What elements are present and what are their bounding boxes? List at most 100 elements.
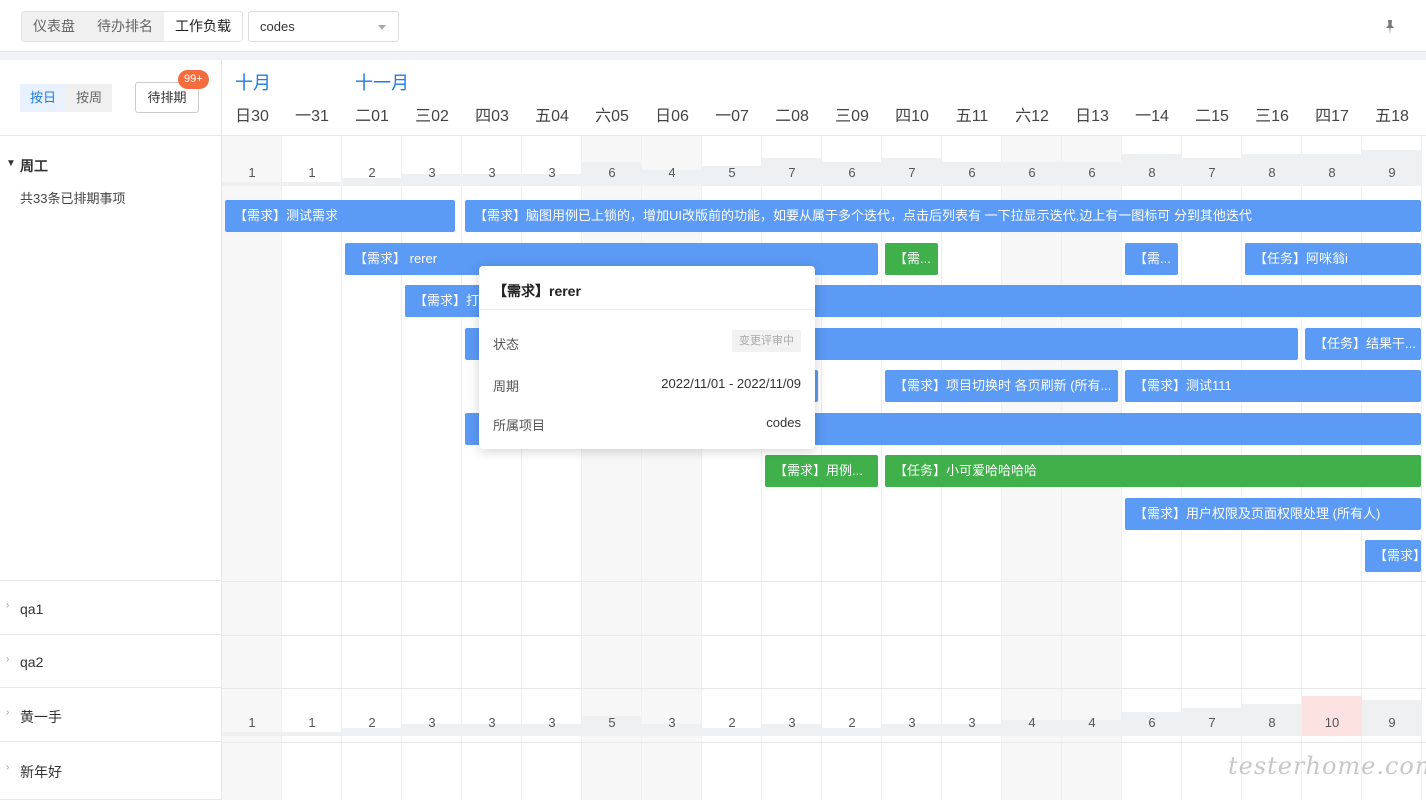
lane-names: ▼ 周工 共33条已排期事项 › qa1 › qa2 › 黄一手 › 新年好 [0, 136, 222, 800]
project-select[interactable]: codes [248, 11, 399, 42]
workload-count-cell[interactable]: 3 [522, 146, 582, 186]
workload-count-cell[interactable]: 6 [822, 146, 882, 186]
workload-count-cell[interactable]: 2 [822, 696, 882, 736]
task-bar[interactable]: 【需求】测试需求 [225, 200, 455, 232]
day-header-cell: 日13 [1062, 102, 1122, 126]
workload-count-cell[interactable]: 3 [522, 696, 582, 736]
workload-count-cell[interactable]: 6 [1002, 146, 1062, 186]
task-bar[interactable]: 【需求】项目切换时 各页刷新 (所有... [885, 370, 1118, 402]
workload-count: 2 [368, 165, 376, 180]
workload-count: 7 [908, 165, 916, 180]
weekday-label: 三 [835, 108, 852, 125]
workload-count: 2 [368, 715, 376, 730]
day-header-cell: 日30 [222, 102, 282, 126]
lane-qa2[interactable]: › qa2 [0, 635, 222, 688]
workload-count-cell[interactable]: 9 [1362, 696, 1422, 736]
workload-count-cell[interactable]: 3 [402, 146, 462, 186]
workload-count: 1 [308, 165, 316, 180]
workload-count-cell[interactable]: 2 [702, 696, 762, 736]
workload-count: 8 [1268, 165, 1276, 180]
task-bar[interactable]: 【任务】小可爱哈哈哈哈 [885, 455, 1421, 487]
day-header-cell: 四17 [1302, 102, 1362, 126]
workload-count-cell[interactable]: 3 [882, 696, 942, 736]
workload-count-cell[interactable]: 8 [1242, 146, 1302, 186]
workload-count-cell[interactable]: 7 [762, 146, 822, 186]
workload-count-cell[interactable]: 7 [1182, 696, 1242, 736]
weekday-label: 一 [1135, 108, 1152, 125]
workload-count-cell[interactable]: 1 [282, 696, 342, 736]
lane-zhougong[interactable]: ▼ 周工 共33条已排期事项 [0, 136, 222, 581]
lane-label: qa2 [20, 654, 44, 670]
workload-count-cell[interactable]: 2 [342, 696, 402, 736]
workload-count-cell[interactable]: 6 [582, 146, 642, 186]
workload-count-cell[interactable]: 3 [762, 696, 822, 736]
workload-count-cell[interactable]: 7 [1182, 146, 1242, 186]
lane-summary: 共33条已排期事项 [20, 191, 126, 206]
workload-count: 3 [428, 715, 436, 730]
tab-dashboard[interactable]: 仪表盘 [22, 12, 86, 41]
pin-icon[interactable] [1382, 19, 1398, 35]
workload-count-cell[interactable]: 1 [222, 146, 282, 186]
tab-todo-ranking[interactable]: 待办排名 [86, 12, 164, 41]
task-bar[interactable]: 【任务】阿咪翁i [1245, 242, 1421, 275]
task-bar[interactable]: 【需求】测试111 [1125, 370, 1421, 402]
workload-count-cell[interactable]: 8 [1242, 696, 1302, 736]
workload-count-cell[interactable]: 2 [342, 146, 402, 186]
day-header-cell: 二15 [1182, 102, 1242, 126]
workload-count-cell[interactable]: 6 [1062, 146, 1122, 186]
workload-count: 8 [1268, 715, 1276, 730]
task-bar[interactable]: 【需求】用例... [765, 455, 878, 487]
view-toggle: 按日 按周 [20, 84, 112, 112]
lane-qa1[interactable]: › qa1 [0, 581, 222, 635]
workload-count-cell[interactable]: 1 [282, 146, 342, 186]
workload-fill [282, 732, 342, 736]
workload-count-cell[interactable]: 5 [702, 146, 762, 186]
day-number: 05 [611, 108, 629, 125]
workload-count-cell[interactable]: 1 [222, 696, 282, 736]
task-bar[interactable]: 【需求】用户权限及页面权限处理 (所有人) [1125, 497, 1421, 530]
task-bar[interactable]: 【需... [1125, 242, 1178, 275]
workload-count-cell[interactable]: 4 [1002, 696, 1062, 736]
workload-count-cell[interactable]: 7 [882, 146, 942, 186]
workload-count-cell[interactable]: 3 [402, 696, 462, 736]
workload-count-cell[interactable]: 6 [1122, 696, 1182, 736]
lane-label: 黄一手 [20, 709, 62, 725]
workload-count-cell[interactable]: 8 [1122, 146, 1182, 186]
task-bar[interactable]: 【任务】结果干... [1305, 327, 1421, 360]
status-label: 状态 [493, 337, 520, 352]
workload-count-cell[interactable]: 4 [642, 146, 702, 186]
day-header-cell: 四10 [882, 102, 942, 126]
by-week-button[interactable]: 按周 [66, 84, 112, 112]
project-value: codes [766, 415, 801, 430]
left-header: 按日 按周 待排期 99+ [0, 60, 222, 136]
tab-workload[interactable]: 工作负载 [164, 12, 242, 41]
workload-count-cell[interactable]: 3 [462, 696, 522, 736]
workload-count-cell[interactable]: 3 [462, 146, 522, 186]
day-number: 18 [1391, 108, 1409, 125]
lane-huangyishou[interactable]: › 黄一手 [0, 688, 222, 742]
workload-count: 1 [248, 715, 256, 730]
day-header-cell: 一31 [282, 102, 342, 126]
lane-xinnianhao[interactable]: › 新年好 [0, 742, 222, 800]
by-day-button[interactable]: 按日 [20, 84, 66, 112]
workload-count-cell[interactable]: 10 [1302, 696, 1362, 736]
weekday-label: 二 [775, 108, 792, 125]
workload-count-cell[interactable]: 5 [582, 696, 642, 736]
workload-count-cell[interactable]: 8 [1302, 146, 1362, 186]
day-header-cell: 五04 [522, 102, 582, 126]
workload-count-cell[interactable]: 4 [1062, 696, 1122, 736]
workload-count: 5 [608, 715, 616, 730]
workload-count-cell[interactable]: 9 [1362, 146, 1422, 186]
workload-count-cell[interactable]: 6 [942, 146, 1002, 186]
weekday-label: 日 [235, 108, 252, 125]
task-bar[interactable]: 【需求】脑图用例已上锁的，增加UI改版前的功能，如要从属于多个迭代，点击后列表有… [465, 200, 1421, 232]
workload-count: 2 [848, 715, 856, 730]
workload-count-cell[interactable]: 3 [642, 696, 702, 736]
day-header-cell: 一14 [1122, 102, 1182, 126]
day-number: 08 [791, 108, 809, 125]
task-bar[interactable]: 【需求】 [1365, 540, 1421, 572]
task-bar[interactable]: 【需... [885, 242, 938, 275]
workload-count-cell[interactable]: 3 [942, 696, 1002, 736]
popover-divider [479, 309, 815, 310]
period-label: 周期 [493, 379, 520, 394]
